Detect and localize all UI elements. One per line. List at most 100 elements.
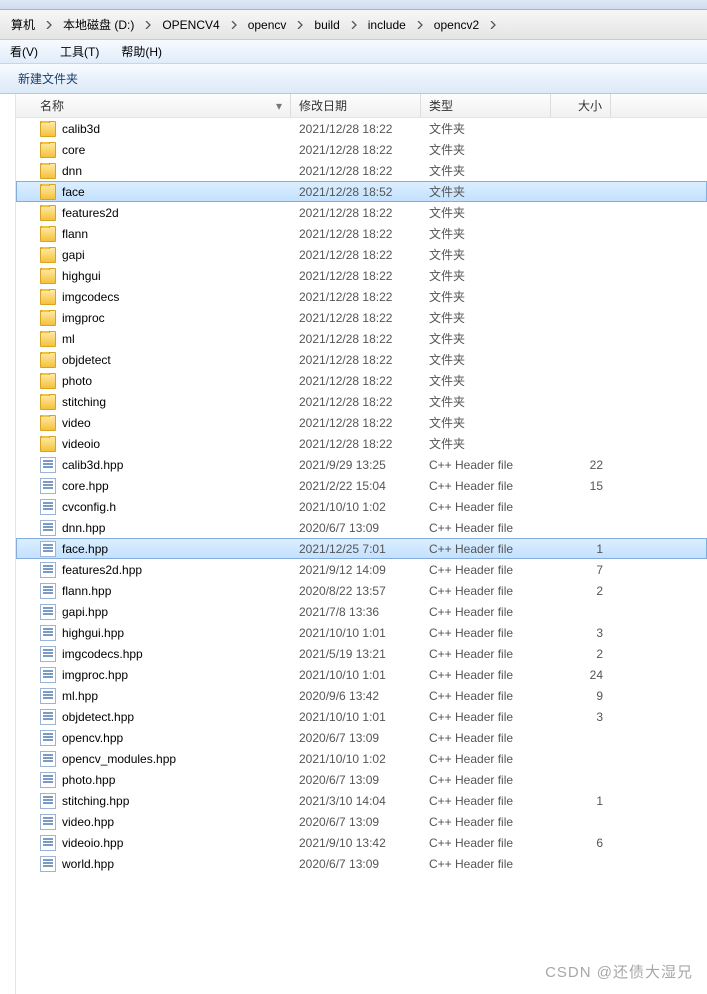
breadcrumb-segment[interactable]: OPENCV4 [155,13,226,37]
column-name[interactable]: 名称 ▾ [16,94,291,117]
file-date: 2021/5/19 13:21 [291,647,421,661]
table-row[interactable]: flann.hpp2020/8/22 13:57C++ Header file2 [16,580,707,601]
file-type: C++ Header file [421,794,551,808]
chevron-right-icon[interactable] [42,13,56,37]
table-row[interactable]: imgproc.hpp2021/10/10 1:01C++ Header fil… [16,664,707,685]
table-row[interactable]: objdetect2021/12/28 18:22文件夹 [16,349,707,370]
table-row[interactable]: opencv_modules.hpp2021/10/10 1:02C++ Hea… [16,748,707,769]
folder-icon [40,373,56,389]
file-date: 2021/12/28 18:22 [291,206,421,220]
file-name: features2d.hpp [62,563,142,577]
file-type: 文件夹 [421,204,551,221]
chevron-right-icon[interactable] [486,13,500,37]
table-row[interactable]: highgui.hpp2021/10/10 1:01C++ Header fil… [16,622,707,643]
file-icon [40,604,56,620]
chevron-right-icon[interactable] [347,13,361,37]
table-row[interactable]: videoio2021/12/28 18:22文件夹 [16,433,707,454]
chevron-right-icon[interactable] [227,13,241,37]
column-size[interactable]: 大小 [551,94,611,117]
table-row[interactable]: gapi.hpp2021/7/8 13:36C++ Header file [16,601,707,622]
file-name: objdetect.hpp [62,710,134,724]
table-row[interactable]: stitching2021/12/28 18:22文件夹 [16,391,707,412]
table-row[interactable]: video.hpp2020/6/7 13:09C++ Header file [16,811,707,832]
file-name: flann.hpp [62,584,111,598]
table-row[interactable]: opencv.hpp2020/6/7 13:09C++ Header file [16,727,707,748]
file-size: 9 [551,689,611,703]
table-row[interactable]: dnn2021/12/28 18:22文件夹 [16,160,707,181]
column-date[interactable]: 修改日期 [291,94,421,117]
file-size: 24 [551,668,611,682]
table-row[interactable]: cvconfig.h2021/10/10 1:02C++ Header file [16,496,707,517]
file-type: C++ Header file [421,542,551,556]
file-icon [40,457,56,473]
table-row[interactable]: core.hpp2021/2/22 15:04C++ Header file15 [16,475,707,496]
file-size: 1 [551,542,611,556]
table-row[interactable]: dnn.hpp2020/6/7 13:09C++ Header file [16,517,707,538]
menu-view[interactable]: 看(V) [6,41,42,62]
table-row[interactable]: imgproc2021/12/28 18:22文件夹 [16,307,707,328]
folder-icon [40,436,56,452]
file-type: C++ Header file [421,836,551,850]
table-row[interactable]: photo.hpp2020/6/7 13:09C++ Header file [16,769,707,790]
column-type[interactable]: 类型 [421,94,551,117]
nav-sidebar[interactable] [0,94,16,994]
file-type: C++ Header file [421,584,551,598]
breadcrumb-segment[interactable]: opencv [241,13,294,37]
table-row[interactable]: calib3d.hpp2021/9/29 13:25C++ Header fil… [16,454,707,475]
table-row[interactable]: gapi2021/12/28 18:22文件夹 [16,244,707,265]
file-date: 2021/12/28 18:22 [291,269,421,283]
table-row[interactable]: face.hpp2021/12/25 7:01C++ Header file1 [16,538,707,559]
file-name: video.hpp [62,815,114,829]
file-date: 2021/10/10 1:01 [291,626,421,640]
file-date: 2021/10/10 1:02 [291,752,421,766]
breadcrumb-segment[interactable]: build [307,13,346,37]
table-row[interactable]: imgcodecs2021/12/28 18:22文件夹 [16,286,707,307]
new-folder-button[interactable]: 新建文件夹 [12,68,84,89]
file-type: C++ Header file [421,521,551,535]
file-date: 2021/12/28 18:22 [291,122,421,136]
file-name: calib3d [62,122,100,136]
file-name: calib3d.hpp [62,458,123,472]
table-row[interactable]: videoio.hpp2021/9/10 13:42C++ Header fil… [16,832,707,853]
file-name: photo [62,374,92,388]
file-icon [40,751,56,767]
file-type: 文件夹 [421,120,551,137]
file-icon [40,688,56,704]
file-icon [40,520,56,536]
chevron-right-icon[interactable] [413,13,427,37]
table-row[interactable]: stitching.hpp2021/3/10 14:04C++ Header f… [16,790,707,811]
table-row[interactable]: ml2021/12/28 18:22文件夹 [16,328,707,349]
file-name: core [62,143,85,157]
table-row[interactable]: objdetect.hpp2021/10/10 1:01C++ Header f… [16,706,707,727]
table-row[interactable]: photo2021/12/28 18:22文件夹 [16,370,707,391]
chevron-right-icon[interactable] [141,13,155,37]
chevron-right-icon[interactable] [293,13,307,37]
breadcrumb-segment[interactable]: include [361,13,413,37]
table-row[interactable]: features2d2021/12/28 18:22文件夹 [16,202,707,223]
table-row[interactable]: features2d.hpp2021/9/12 14:09C++ Header … [16,559,707,580]
breadcrumb-segment[interactable]: 算机 [4,13,42,37]
table-row[interactable]: flann2021/12/28 18:22文件夹 [16,223,707,244]
table-row[interactable]: imgcodecs.hpp2021/5/19 13:21C++ Header f… [16,643,707,664]
table-row[interactable]: calib3d 2021/12/28 18:22文件夹 [16,118,707,139]
file-icon [40,772,56,788]
file-date: 2021/10/10 1:01 [291,668,421,682]
table-row[interactable]: ml.hpp2020/9/6 13:42C++ Header file9 [16,685,707,706]
column-headers: 名称 ▾ 修改日期 类型 大小 [16,94,707,118]
folder-icon [40,415,56,431]
menu-help[interactable]: 帮助(H) [117,41,166,62]
file-rows: calib3d2021/12/28 18:22文件夹core2021/12/28… [16,118,707,874]
table-row[interactable]: face2021/12/28 18:52文件夹 [16,181,707,202]
file-date: 2021/9/12 14:09 [291,563,421,577]
file-icon [40,835,56,851]
breadcrumb-segment[interactable]: opencv2 [427,13,486,37]
file-list-area: 名称 ▾ 修改日期 类型 大小 calib3d2021/12/28 18:22文… [16,94,707,994]
table-row[interactable]: highgui2021/12/28 18:22文件夹 [16,265,707,286]
table-row[interactable]: video2021/12/28 18:22文件夹 [16,412,707,433]
file-size: 2 [551,584,611,598]
breadcrumb-segment[interactable]: 本地磁盘 (D:) [56,13,141,37]
table-row[interactable]: core2021/12/28 18:22文件夹 [16,139,707,160]
file-type: C++ Header file [421,458,551,472]
menu-tools[interactable]: 工具(T) [56,41,103,62]
table-row[interactable]: world.hpp2020/6/7 13:09C++ Header file [16,853,707,874]
